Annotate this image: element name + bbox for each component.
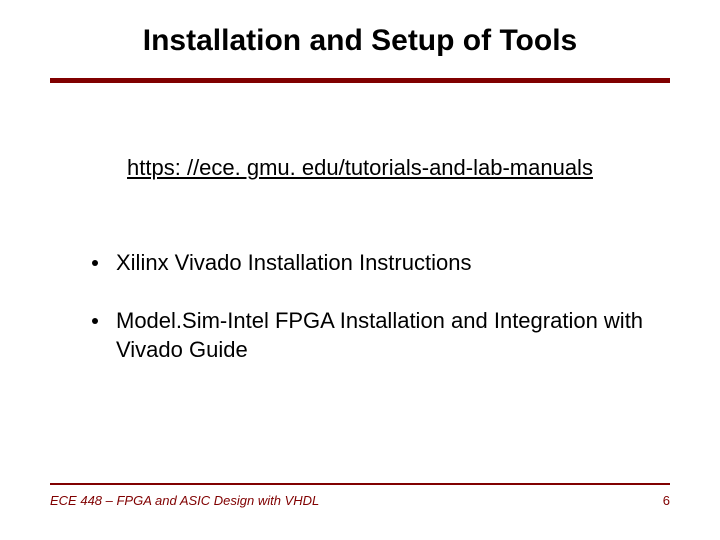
slide: Installation and Setup of Tools https: /… [0, 0, 720, 540]
title-divider [50, 78, 670, 83]
list-item: Model.Sim-Intel FPGA Installation and In… [92, 306, 652, 365]
page-number: 6 [663, 493, 670, 508]
bullet-icon [92, 318, 98, 324]
list-item-text: Model.Sim-Intel FPGA Installation and In… [116, 306, 652, 365]
manuals-link[interactable]: https: //ece. gmu. edu/tutorials-and-lab… [0, 155, 720, 181]
list-item-text: Xilinx Vivado Installation Instructions [116, 248, 471, 278]
footer-divider [50, 483, 670, 485]
bullet-list: Xilinx Vivado Installation Instructions … [92, 248, 652, 393]
bullet-icon [92, 260, 98, 266]
list-item: Xilinx Vivado Installation Instructions [92, 248, 652, 278]
slide-title: Installation and Setup of Tools [0, 24, 720, 58]
footer-text: ECE 448 – FPGA and ASIC Design with VHDL [50, 493, 319, 508]
